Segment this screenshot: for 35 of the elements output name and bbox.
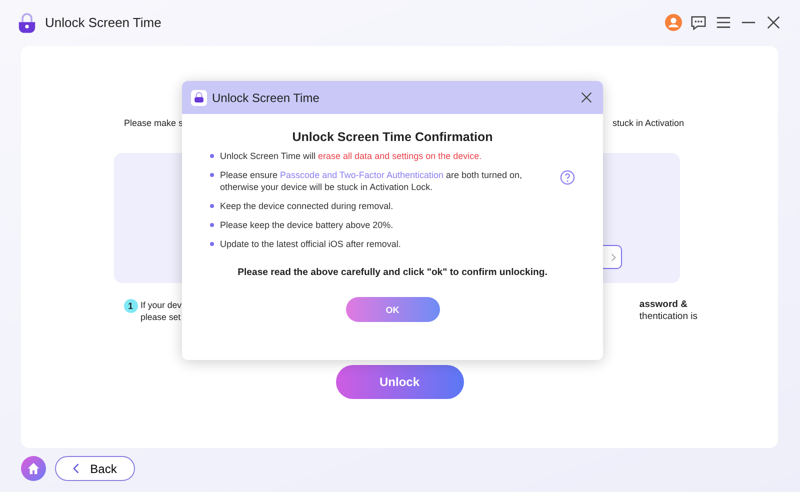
close-icon[interactable] [581, 92, 592, 103]
bullet-text: Please keep the device battery above 20%. [220, 219, 394, 231]
home-button[interactable] [21, 456, 46, 481]
bullet-dot [210, 173, 214, 177]
back-button[interactable]: Back [55, 456, 135, 481]
dialog-title: Unlock Screen Time [212, 90, 320, 104]
lock-icon [191, 90, 207, 106]
step-text: please set [140, 311, 182, 323]
bullet-text: Keep the device connected during removal. [220, 200, 394, 212]
step-text: thentication is [639, 311, 698, 323]
dialog-heading: Unlock Screen Time Confirmation [291, 130, 494, 144]
window-title: Unlock Screen Time [45, 15, 162, 30]
bullet-text: Update to the latest official iOS after removal. [220, 238, 402, 250]
bullet-text: Unlock Screen Time will erase all data and settings on the device. [220, 150, 483, 162]
chevron-icon [73, 463, 80, 474]
ok-button[interactable]: OK [346, 297, 440, 322]
chevron-icon [610, 252, 616, 262]
close-icon[interactable] [765, 14, 782, 31]
chat-icon[interactable] [690, 14, 707, 31]
home-icon [27, 462, 40, 475]
notice-text: stuck in Activation [612, 118, 684, 128]
bullet-dot [210, 223, 214, 227]
step-number: 1 [124, 299, 138, 313]
bullet-text: Please ensure Passcode and Two-Factor Authentication are both turned on, otherwise your device will be stuck in Activation Lock. [220, 169, 524, 193]
unlock-button[interactable]: Unlock [336, 365, 464, 399]
step-text: If your dev [140, 299, 182, 311]
bullet-dot [210, 204, 214, 208]
bullet-dot [210, 242, 214, 246]
user-icon[interactable] [665, 14, 682, 31]
help-icon[interactable] [560, 170, 575, 185]
confirm-text: Please read the above carefully and click "ok" to confirm unlocking. [236, 267, 548, 278]
menu-icon[interactable] [715, 14, 732, 31]
step-text: assword & [639, 299, 688, 311]
bullet-dot [210, 154, 214, 158]
lock-icon [18, 12, 36, 32]
